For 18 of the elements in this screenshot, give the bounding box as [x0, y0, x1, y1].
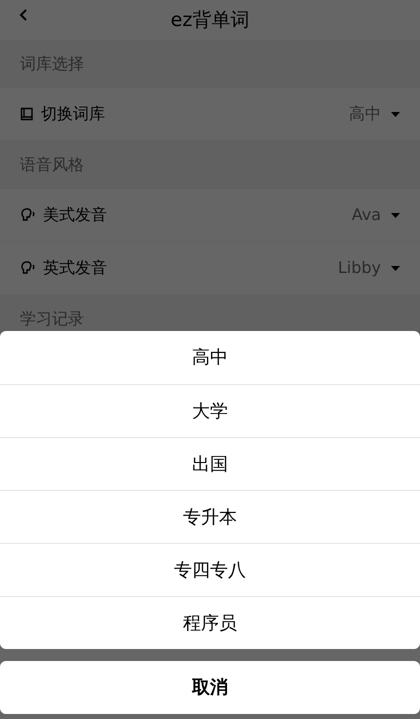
- option-item[interactable]: 专升本: [0, 490, 420, 543]
- speaking-head-icon: [20, 207, 36, 223]
- option-item[interactable]: 专四专八: [0, 543, 420, 596]
- dropdown-caret-icon: [391, 266, 400, 270]
- dropdown-caret-icon: [391, 212, 400, 218]
- book-icon: [20, 107, 34, 121]
- setting-label: 英式发音: [43, 257, 107, 279]
- page-title: ez背单词: [170, 8, 250, 33]
- dropdown-caret-icon: [391, 112, 400, 116]
- back-icon[interactable]: [19, 8, 29, 22]
- speaking-head-icon: [20, 260, 36, 276]
- option-item[interactable]: 程序员: [0, 596, 420, 649]
- setting-label: 切换词库: [41, 103, 105, 125]
- cancel-button[interactable]: 取消: [0, 661, 420, 714]
- option-item[interactable]: 大学: [0, 384, 420, 437]
- setting-label: 美式发音: [43, 204, 107, 226]
- option-item[interactable]: 高中: [0, 331, 420, 384]
- option-item[interactable]: 出国: [0, 437, 420, 490]
